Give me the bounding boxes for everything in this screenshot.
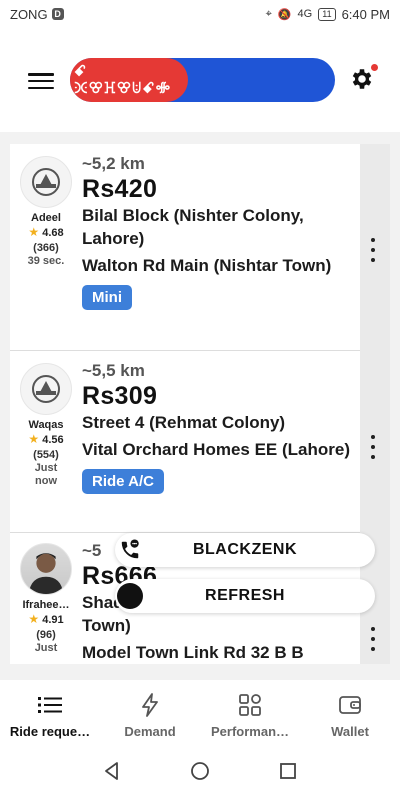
dot-icon: [371, 435, 375, 439]
nav-wallet[interactable]: Wallet: [300, 680, 400, 746]
black-dot-icon: [117, 583, 143, 609]
carrier-badge: D: [51, 8, 64, 20]
dot-icon: [371, 627, 375, 631]
nav-demand[interactable]: Demand: [100, 680, 200, 746]
dot-icon: [371, 248, 375, 252]
pickup-address: Street 4 (Rehmat Colony): [82, 413, 286, 432]
ride-type-badge: Ride A/C: [82, 469, 164, 494]
nav-label: Performan…: [210, 724, 290, 739]
dot-icon: [371, 647, 375, 651]
grid-icon: [237, 692, 263, 718]
more-options-button[interactable]: [368, 627, 378, 651]
ride-details: ~5,2 km Rs420 Bilal Block (Nishter Colon…: [82, 154, 362, 310]
ride-fare: Rs420: [82, 175, 158, 203]
dot-icon: [371, 238, 375, 242]
driver-name: Waqas: [28, 419, 64, 431]
nav-performance[interactable]: Performan…: [200, 680, 300, 746]
ride-details: ~5,5 km Rs309 Street 4 (Rehmat Colony) V…: [82, 361, 362, 494]
ride-fare: Rs309: [82, 382, 158, 410]
star-icon: ★: [28, 432, 40, 446]
indrive-logo-icon: [32, 168, 60, 196]
list-icon: [37, 692, 63, 718]
home-icon[interactable]: [190, 761, 210, 786]
menu-icon-bar: [28, 86, 54, 89]
clock: 6:40 PM: [341, 6, 390, 22]
top-header: ꗃ ꖻꕢꖾꕢꖹꗃꗂ: [0, 28, 400, 132]
menu-icon-bar: [28, 79, 54, 83]
carrier-group: ZONG D: [10, 7, 64, 22]
rating-value: 4.68: [42, 227, 64, 239]
dot-icon: [371, 637, 375, 641]
lightning-icon: [137, 692, 163, 718]
notification-dot: [371, 64, 378, 71]
refresh-indicator-icon: [115, 581, 145, 611]
dot-icon: [371, 445, 375, 449]
ride-type-badge: Mini: [82, 285, 132, 310]
driver-chat-button[interactable]: BLACKZENK: [115, 533, 375, 567]
ride-distance: ~5,5 km: [82, 361, 145, 380]
rating-count: (96): [36, 629, 56, 641]
nav-label: Demand: [124, 724, 176, 739]
menu-icon-bar: [28, 73, 54, 76]
dot-icon: [371, 258, 375, 262]
location-icon: ⌖: [265, 7, 272, 20]
phone-chat-icon: [115, 535, 145, 565]
more-options-button[interactable]: [368, 435, 378, 459]
avatar: [20, 363, 72, 415]
nav-label: Wallet: [331, 724, 369, 739]
rating-count: (554): [33, 449, 59, 461]
online-status-toggle[interactable]: ꗃ ꖻꕢꖾꕢꖹꗃꗂ: [70, 58, 335, 102]
driver-info: Ifrahee… ★ 4.91 (96) Just: [20, 543, 72, 655]
request-age: Just now: [34, 462, 58, 487]
dropoff-address: Model Town Link Rd 32 B B: [82, 643, 304, 662]
rating-value: 4.56: [42, 434, 64, 446]
driver-name: Ifrahee…: [22, 599, 70, 611]
refresh-button[interactable]: REFRESH: [115, 579, 375, 613]
avatar: [20, 156, 72, 208]
bottom-navigation: Ride reque… Demand Performan… Wallet: [0, 680, 400, 746]
request-age: 39 sec.: [27, 255, 65, 267]
request-age: Just: [34, 642, 58, 654]
carrier-name: ZONG: [10, 6, 48, 22]
back-icon[interactable]: [102, 761, 122, 786]
dot-icon: [371, 455, 375, 459]
refresh-label: REFRESH: [205, 587, 285, 604]
divider: [10, 350, 360, 351]
battery-icon: 11: [318, 7, 336, 21]
system-navigation-bar: [0, 746, 400, 800]
rating-count: (366): [33, 242, 59, 254]
status-icons: ⌖ 🔕 4G 11 6:40 PM: [266, 7, 390, 22]
dropoff-address: Walton Rd Main (Nishtar Town): [82, 256, 332, 275]
driver-rating: ★ 4.68: [20, 225, 72, 241]
nav-label: Ride reque…: [9, 724, 91, 739]
driver-info: Adeel ★ 4.68 (366) 39 sec.: [20, 156, 72, 268]
mute-icon: 🔕: [277, 8, 292, 21]
pickup-address: Bilal Block (Nishter Colony, Lahore): [82, 206, 304, 248]
nav-ride-requests[interactable]: Ride reque…: [0, 680, 100, 746]
driver-rating: ★ 4.56: [20, 432, 72, 448]
avatar: [20, 543, 72, 595]
indrive-logo-icon: [32, 375, 60, 403]
star-icon: ★: [28, 612, 40, 626]
status-bar: ZONG D ⌖ 🔕 4G 11 6:40 PM: [0, 0, 400, 28]
menu-button[interactable]: [28, 70, 54, 92]
ride-distance: ~5,2 km: [82, 154, 145, 173]
signal-icon: 4G: [297, 8, 313, 20]
driver-name: Adeel: [31, 212, 61, 224]
dropoff-address: Vital Orchard Homes EE (Lahore): [82, 440, 350, 459]
driver-rating: ★ 4.91: [20, 612, 72, 628]
star-icon: ★: [28, 225, 40, 239]
wallet-icon: [337, 692, 363, 718]
driver-info: Waqas ★ 4.56 (554) Just now: [20, 363, 72, 488]
recents-icon[interactable]: [278, 761, 298, 786]
rating-value: 4.91: [42, 614, 64, 626]
status-pill-label: ꗃ ꖻꕢꖾꕢꖹꗃꗂ: [70, 58, 188, 102]
driver-photo-icon: [28, 553, 64, 594]
more-options-button[interactable]: [368, 238, 378, 262]
driver-chat-label: BLACKZENK: [192, 541, 298, 558]
